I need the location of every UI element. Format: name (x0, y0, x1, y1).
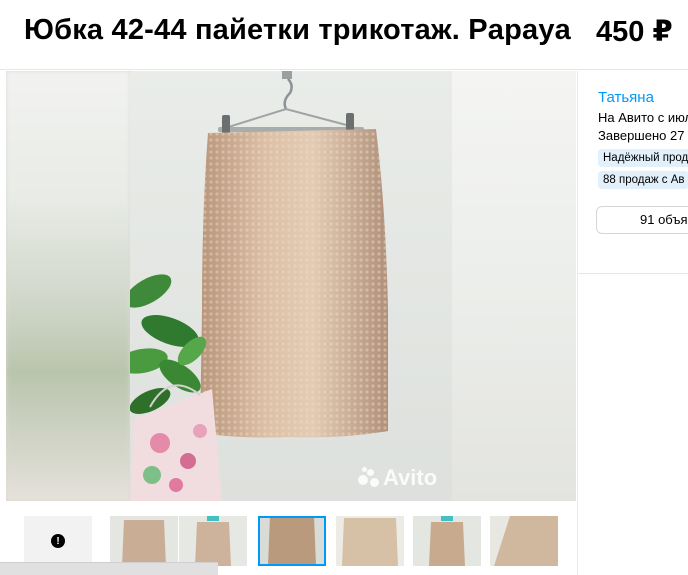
seller-since: На Авито с июл (598, 110, 688, 125)
main-photo[interactable] (130, 71, 452, 501)
skirt-photo-illustration (130, 71, 388, 501)
gallery-blurred-backdrop-right (452, 71, 576, 501)
alert-icon: ! (51, 534, 65, 548)
seller-panel: Татьяна На Авито с июл Завершено 27 с (598, 89, 688, 145)
avito-logo-icon (358, 467, 380, 489)
listing-price: 450 ₽ (596, 16, 673, 48)
thumbnail-placeholder[interactable]: ! (24, 516, 92, 566)
reliable-seller-badge: Надёжный прод (598, 149, 688, 167)
thumbnail-1[interactable] (110, 516, 178, 566)
photo-gallery[interactable]: Avito (6, 71, 576, 501)
thumbnail-image (413, 516, 481, 566)
avito-watermark-text: Avito (383, 465, 438, 490)
hanger-hook-icon (283, 78, 293, 110)
wall-hook (282, 71, 292, 79)
thumbnail-image (490, 516, 558, 566)
seller-ads-button[interactable]: 91 объяв (596, 206, 688, 234)
seller-name-link[interactable]: Татьяна (598, 89, 688, 106)
thumbnail-image (336, 516, 404, 566)
seller-completed: Завершено 27 с (598, 128, 688, 143)
thumbnail-3-selected[interactable] (258, 516, 326, 566)
hanger-arms (221, 107, 355, 130)
sequin-texture (200, 129, 388, 438)
thumbnail-image (258, 516, 326, 566)
horizontal-scrollbar[interactable] (0, 562, 218, 575)
avito-watermark: Avito (358, 465, 437, 491)
listing-header: Юбка 42-44 пайетки трикотаж. Papaya 450 … (0, 0, 688, 70)
thumbnail-image (110, 516, 178, 566)
header-divider (0, 69, 688, 70)
gallery-divider (577, 71, 578, 575)
seller-divider (578, 273, 688, 274)
gallery-blurred-backdrop-left (6, 71, 130, 501)
sales-count-badge: 88 продаж с Ав (598, 171, 688, 189)
thumbnail-image (179, 516, 247, 566)
thumbnail-2[interactable] (179, 516, 247, 566)
listing-title: Юбка 42-44 пайетки трикотаж. Papaya (24, 14, 572, 46)
thumbnail-4[interactable] (336, 516, 404, 566)
thumbnail-5[interactable] (413, 516, 481, 566)
thumbnail-6[interactable] (490, 516, 558, 566)
